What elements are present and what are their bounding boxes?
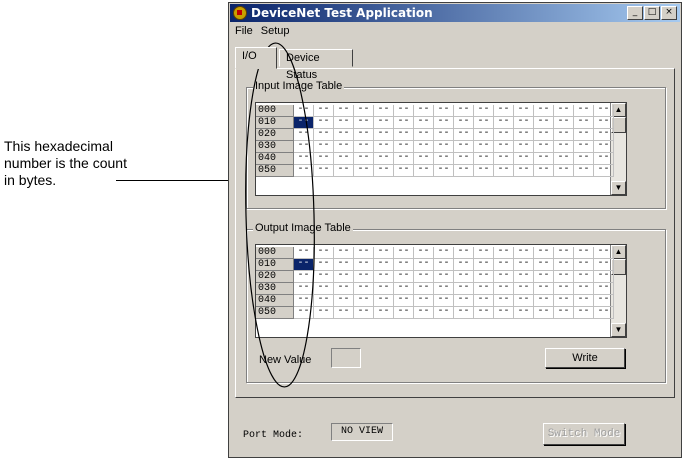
input-grid-row-header: 040 <box>256 153 294 165</box>
output-grid-cell[interactable]: -- <box>334 307 354 319</box>
input-grid-cell[interactable]: -- <box>554 165 574 177</box>
io-tab-panel: Input Image Table ▲ ▼ 000 -- -- -- -- -- -- -- -… <box>235 68 675 398</box>
output-grid-cell[interactable]: -- <box>554 307 574 319</box>
annotation-leader-line <box>116 180 244 181</box>
output-grid-row-header: 020 <box>256 271 294 283</box>
write-button[interactable]: Write <box>545 348 625 368</box>
output-grid-row-header: 010 <box>256 259 294 271</box>
input-image-table-label: Input Image Table <box>253 80 345 92</box>
tab-device-status[interactable]: Device Status <box>279 49 353 81</box>
output-grid-cell[interactable]: -- <box>454 307 474 319</box>
input-grid-cell[interactable]: -- <box>394 165 414 177</box>
input-grid-cell[interactable]: -- <box>374 165 394 177</box>
input-image-group: Input Image Table ▲ ▼ 000 -- -- -- -- -- -- -- -… <box>246 80 666 209</box>
scroll-down-arrow-icon[interactable]: ▼ <box>611 323 626 337</box>
output-grid-cell[interactable]: -- <box>574 307 594 319</box>
annotation-text: This hexadecimal number is the count in … <box>4 138 127 188</box>
menu-file[interactable]: File <box>231 24 257 40</box>
input-grid-row: 050 -- -- -- -- -- -- -- -- -- -- -- -- -- -- -- -- <box>256 165 614 177</box>
close-button[interactable]: × <box>661 6 677 20</box>
input-grid-row-header: 010 <box>256 117 294 129</box>
input-grid-row-header: 000 <box>256 105 294 117</box>
input-grid-row-header: 030 <box>256 141 294 153</box>
output-grid-row-header: 000 <box>256 247 294 259</box>
output-image-group: Output Image Table ▲ ▼ 000 -- -- -- -- -- -- --… <box>246 222 666 383</box>
menu-bar: File Setup <box>231 24 293 40</box>
output-grid-cell[interactable]: -- <box>314 307 334 319</box>
output-grid-cell[interactable]: -- <box>394 307 414 319</box>
input-grid-cell[interactable]: -- <box>474 165 494 177</box>
menu-setup[interactable]: Setup <box>257 24 294 40</box>
output-grid-row-header: 040 <box>256 295 294 307</box>
input-grid-cell[interactable]: -- <box>314 165 334 177</box>
maximize-button[interactable]: □ <box>644 6 660 20</box>
input-grid-row-header: 050 <box>256 165 294 177</box>
output-grid-cell[interactable]: -- <box>514 307 534 319</box>
output-grid-cell[interactable]: -- <box>354 307 374 319</box>
input-grid-cell[interactable]: -- <box>434 165 454 177</box>
output-grid-cell[interactable]: -- <box>414 307 434 319</box>
output-grid-cell[interactable]: -- <box>474 307 494 319</box>
scroll-down-arrow-icon[interactable]: ▼ <box>611 181 626 195</box>
devicenet-app-icon <box>233 6 247 20</box>
input-grid-cell[interactable]: -- <box>574 165 594 177</box>
input-grid-cell[interactable]: -- <box>294 165 314 177</box>
output-grid-cell[interactable]: -- <box>594 307 614 319</box>
output-image-grid[interactable]: ▲ ▼ 000 -- -- -- -- -- -- -- -- -- -- -- -- -- -- -- -- 0… <box>255 244 627 338</box>
port-mode-label: Port Mode: <box>243 430 304 441</box>
output-image-table-label: Output Image Table <box>253 222 353 234</box>
input-grid-cell[interactable]: -- <box>494 165 514 177</box>
output-grid-cell[interactable]: -- <box>494 307 514 319</box>
output-grid-row: 050 -- -- -- -- -- -- -- -- -- -- -- -- -- -- -- -- <box>256 307 614 319</box>
input-grid-cell[interactable]: -- <box>414 165 434 177</box>
output-grid-row-header: 050 <box>256 307 294 319</box>
minimize-button[interactable]: _ <box>627 6 643 20</box>
tab-io[interactable]: I/O <box>235 47 277 69</box>
output-grid-row-header: 030 <box>256 283 294 295</box>
input-image-grid[interactable]: ▲ ▼ 000 -- -- -- -- -- -- -- -- -- -- -- -- -- -- -- -- 0… <box>255 102 627 196</box>
input-grid-row-header: 020 <box>256 129 294 141</box>
output-grid-cell[interactable]: -- <box>434 307 454 319</box>
switch-mode-button[interactable]: Switch Mode <box>543 423 625 445</box>
new-value-input[interactable] <box>331 348 361 368</box>
input-grid-cell[interactable]: -- <box>534 165 554 177</box>
window-title: DeviceNet Test Application <box>251 6 433 20</box>
app-window: DeviceNet Test Application _ □ × File Se… <box>228 2 682 458</box>
input-grid-cell[interactable]: -- <box>514 165 534 177</box>
port-mode-value: NO VIEW <box>331 423 393 441</box>
output-grid-cell[interactable]: -- <box>534 307 554 319</box>
new-value-label: New Value <box>259 354 312 366</box>
input-grid-cell[interactable]: -- <box>354 165 374 177</box>
input-grid-cell[interactable]: -- <box>334 165 354 177</box>
output-grid-cell[interactable]: -- <box>294 307 314 319</box>
input-grid-cell[interactable]: -- <box>594 165 614 177</box>
output-grid-cell[interactable]: -- <box>374 307 394 319</box>
input-grid-cell[interactable]: -- <box>454 165 474 177</box>
title-bar[interactable]: DeviceNet Test Application _ □ × <box>230 4 680 22</box>
